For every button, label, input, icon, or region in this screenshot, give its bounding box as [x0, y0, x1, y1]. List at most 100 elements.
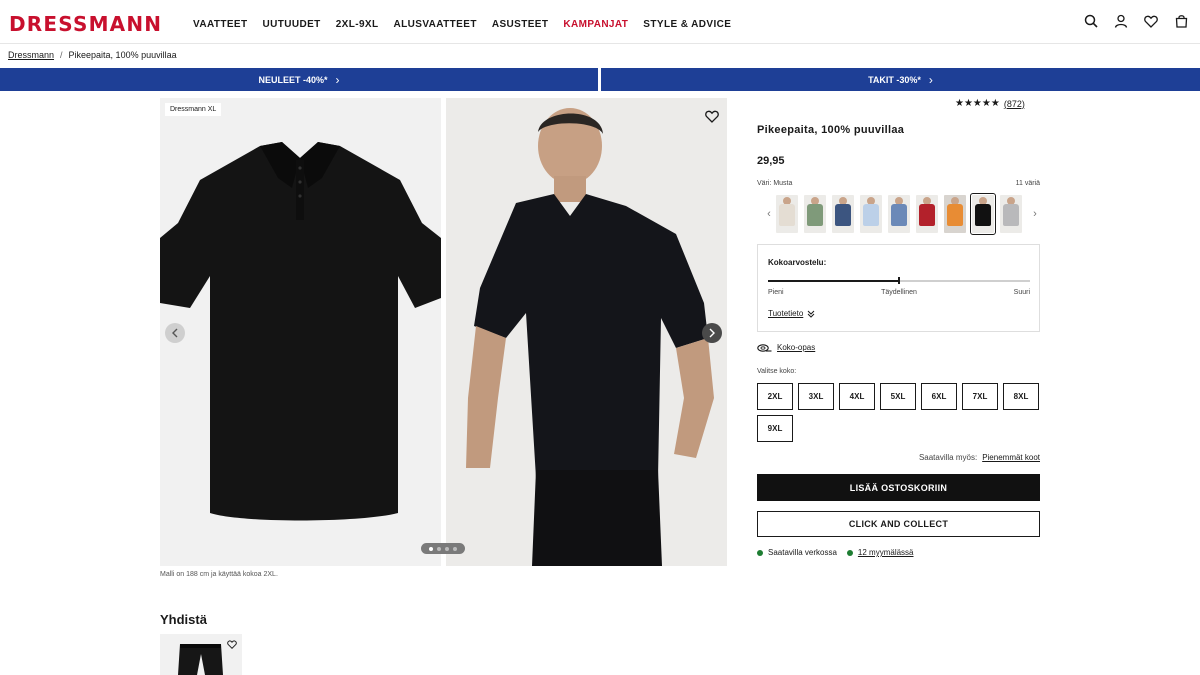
product-info-toggle[interactable]: Tuotetieto — [768, 309, 815, 318]
available-dot-icon — [757, 549, 763, 556]
chevron-right-icon: › — [928, 72, 933, 87]
size-option-8xl[interactable]: 8XL — [1003, 383, 1039, 410]
size-option-3xl[interactable]: 3XL — [798, 383, 834, 410]
color-swatch-grey[interactable] — [1000, 195, 1022, 233]
size-options: 2XL 3XL 4XL 5XL 6XL 7XL 8XL 9XL — [757, 383, 1047, 442]
gallery-pagination — [421, 543, 465, 554]
nav-item-alusvaatteet[interactable]: ALUSVAATTEET — [394, 19, 477, 30]
available-dot-icon — [846, 549, 853, 556]
fit-label-perfect: Täydellinen — [881, 289, 917, 296]
nav-item-2xl-9xl[interactable]: 2XL-9XL — [336, 19, 379, 30]
breadcrumb-home[interactable]: Dressmann — [8, 50, 54, 60]
chevron-left-icon: ‹ — [767, 208, 771, 220]
shirt-thumbnail — [779, 204, 795, 226]
shirt-thumbnail — [975, 204, 991, 226]
size-guide-link[interactable]: Koko-opas — [757, 343, 815, 352]
wishlist-icon[interactable] — [1143, 13, 1159, 29]
shirt-thumbnail — [807, 204, 823, 226]
product-title: Pikeepaita, 100% puuvillaa — [757, 124, 905, 136]
shirt-thumbnail — [863, 204, 879, 226]
nav-item-asusteet[interactable]: ASUSTEET — [492, 19, 549, 30]
color-swatch-light-blue[interactable] — [860, 195, 882, 233]
heart-icon — [705, 110, 719, 123]
main-nav: VAATTEET UUTUUDET 2XL-9XL ALUSVAATTEET ASUST… — [193, 19, 746, 30]
rating-stars: ★★★★★ — [955, 98, 1000, 109]
model-size-note: Malli on 188 cm ja käyttää kokoa 2XL. — [160, 571, 278, 578]
logo[interactable]: DRESSMANN — [9, 12, 162, 36]
breadcrumb-current: Pikeepaita, 100% puuvillaa — [68, 50, 177, 60]
product-info-label: Tuotetieto — [768, 309, 804, 318]
promo-label: TAKIT -30%* — [868, 74, 921, 85]
polo-shirt-image — [160, 142, 441, 521]
nav-item-uutuudet[interactable]: UUTUUDET — [263, 19, 321, 30]
site-header: DRESSMANN VAATTEET UUTUUDET 2XL-9XL ALUSVAA… — [0, 0, 1200, 44]
tape-measure-icon — [757, 343, 772, 352]
promo-banner-jackets[interactable]: TAKIT -30%* › — [601, 68, 1200, 91]
also-available: Saatavilla myös: Pienemmät koot — [919, 453, 1040, 462]
shirt-thumbnail — [919, 204, 935, 226]
click-and-collect-button[interactable]: CLICK AND COLLECT — [757, 511, 1040, 537]
swatch-prev-button[interactable]: ‹ — [762, 208, 776, 220]
pagination-dot[interactable] — [437, 546, 441, 551]
wishlist-toggle[interactable] — [703, 107, 721, 125]
nav-item-style-advice[interactable]: STYLE & ADVICE — [643, 19, 731, 30]
rating-count-link[interactable]: (872) — [1004, 99, 1025, 109]
size-rating-title: Kokoarvostelu: — [768, 258, 827, 267]
search-icon[interactable] — [1083, 13, 1099, 29]
size-option-9xl[interactable]: 9XL — [757, 415, 793, 442]
breadcrumb: Dressmann / Pikeepaita, 100% puuvillaa — [8, 50, 177, 60]
color-label: Väri: Musta — [757, 180, 793, 187]
heart-icon — [227, 639, 237, 649]
account-icon[interactable] — [1113, 13, 1129, 29]
cart-icon[interactable] — [1173, 13, 1189, 29]
fit-label-small: Pieni — [768, 289, 784, 296]
gallery-prev-button[interactable] — [165, 323, 185, 343]
header-icons — [1083, 13, 1189, 29]
gallery-next-button[interactable] — [702, 323, 722, 343]
select-size-label: Valitse koko: — [757, 368, 797, 375]
breadcrumb-separator: / — [60, 50, 63, 60]
smaller-sizes-link[interactable]: Pienemmät koot — [982, 453, 1040, 462]
color-swatch-red[interactable] — [916, 195, 938, 233]
product-image-flat[interactable]: Dressmann XL — [160, 98, 441, 566]
shirt-thumbnail — [1003, 204, 1019, 226]
product-image-model[interactable] — [446, 98, 727, 566]
color-swatch-blue[interactable] — [888, 195, 910, 233]
color-swatch-black[interactable] — [970, 193, 996, 235]
size-option-5xl[interactable]: 5XL — [880, 383, 916, 410]
nav-item-kampanjat[interactable]: KAMPANJAT — [563, 19, 628, 30]
add-to-cart-button[interactable]: LISÄÄ OSTOSKORIIN — [757, 474, 1040, 501]
wishlist-toggle[interactable] — [226, 638, 238, 650]
size-rating-marker — [898, 277, 900, 284]
pagination-dot[interactable] — [429, 546, 433, 551]
shirt-thumbnail — [947, 204, 963, 226]
color-swatch-beige[interactable] — [776, 195, 798, 233]
chevron-right-icon: › — [335, 72, 340, 87]
size-rating-fill — [768, 280, 899, 282]
stock-online-label: Saatavilla verkossa — [768, 548, 837, 557]
size-option-7xl[interactable]: 7XL — [962, 383, 998, 410]
promo-banner-sweaters[interactable]: NEULEET -40%* › — [0, 68, 598, 91]
swatch-next-button[interactable]: › — [1028, 208, 1042, 220]
color-count: 11 väriä — [1015, 180, 1040, 187]
fit-label-large: Suuri — [1013, 289, 1030, 296]
size-option-4xl[interactable]: 4XL — [839, 383, 875, 410]
size-option-6xl[interactable]: 6XL — [921, 383, 957, 410]
size-option-2xl[interactable]: 2XL — [757, 383, 793, 410]
nav-item-vaatteet[interactable]: VAATTEET — [193, 19, 248, 30]
size-guide-label: Koko-opas — [777, 343, 816, 352]
chevron-left-icon — [172, 328, 178, 338]
color-swatch-green[interactable] — [804, 195, 826, 233]
also-available-label: Saatavilla myös: — [918, 453, 978, 462]
chevron-right-icon: › — [1033, 208, 1037, 220]
pagination-dot[interactable] — [453, 546, 457, 551]
stock-stores-link[interactable]: 12 myymälässä — [858, 548, 914, 557]
color-swatch-navy[interactable] — [832, 195, 854, 233]
model-photo — [466, 108, 714, 566]
color-swatch-orange[interactable] — [944, 195, 966, 233]
stock-stores[interactable]: 12 myymälässä — [846, 548, 914, 557]
chevron-right-icon — [709, 328, 715, 338]
product-rating: ★★★★★ (872) — [955, 98, 1025, 109]
combine-product-card[interactable] — [160, 634, 242, 675]
pagination-dot[interactable] — [445, 546, 449, 551]
